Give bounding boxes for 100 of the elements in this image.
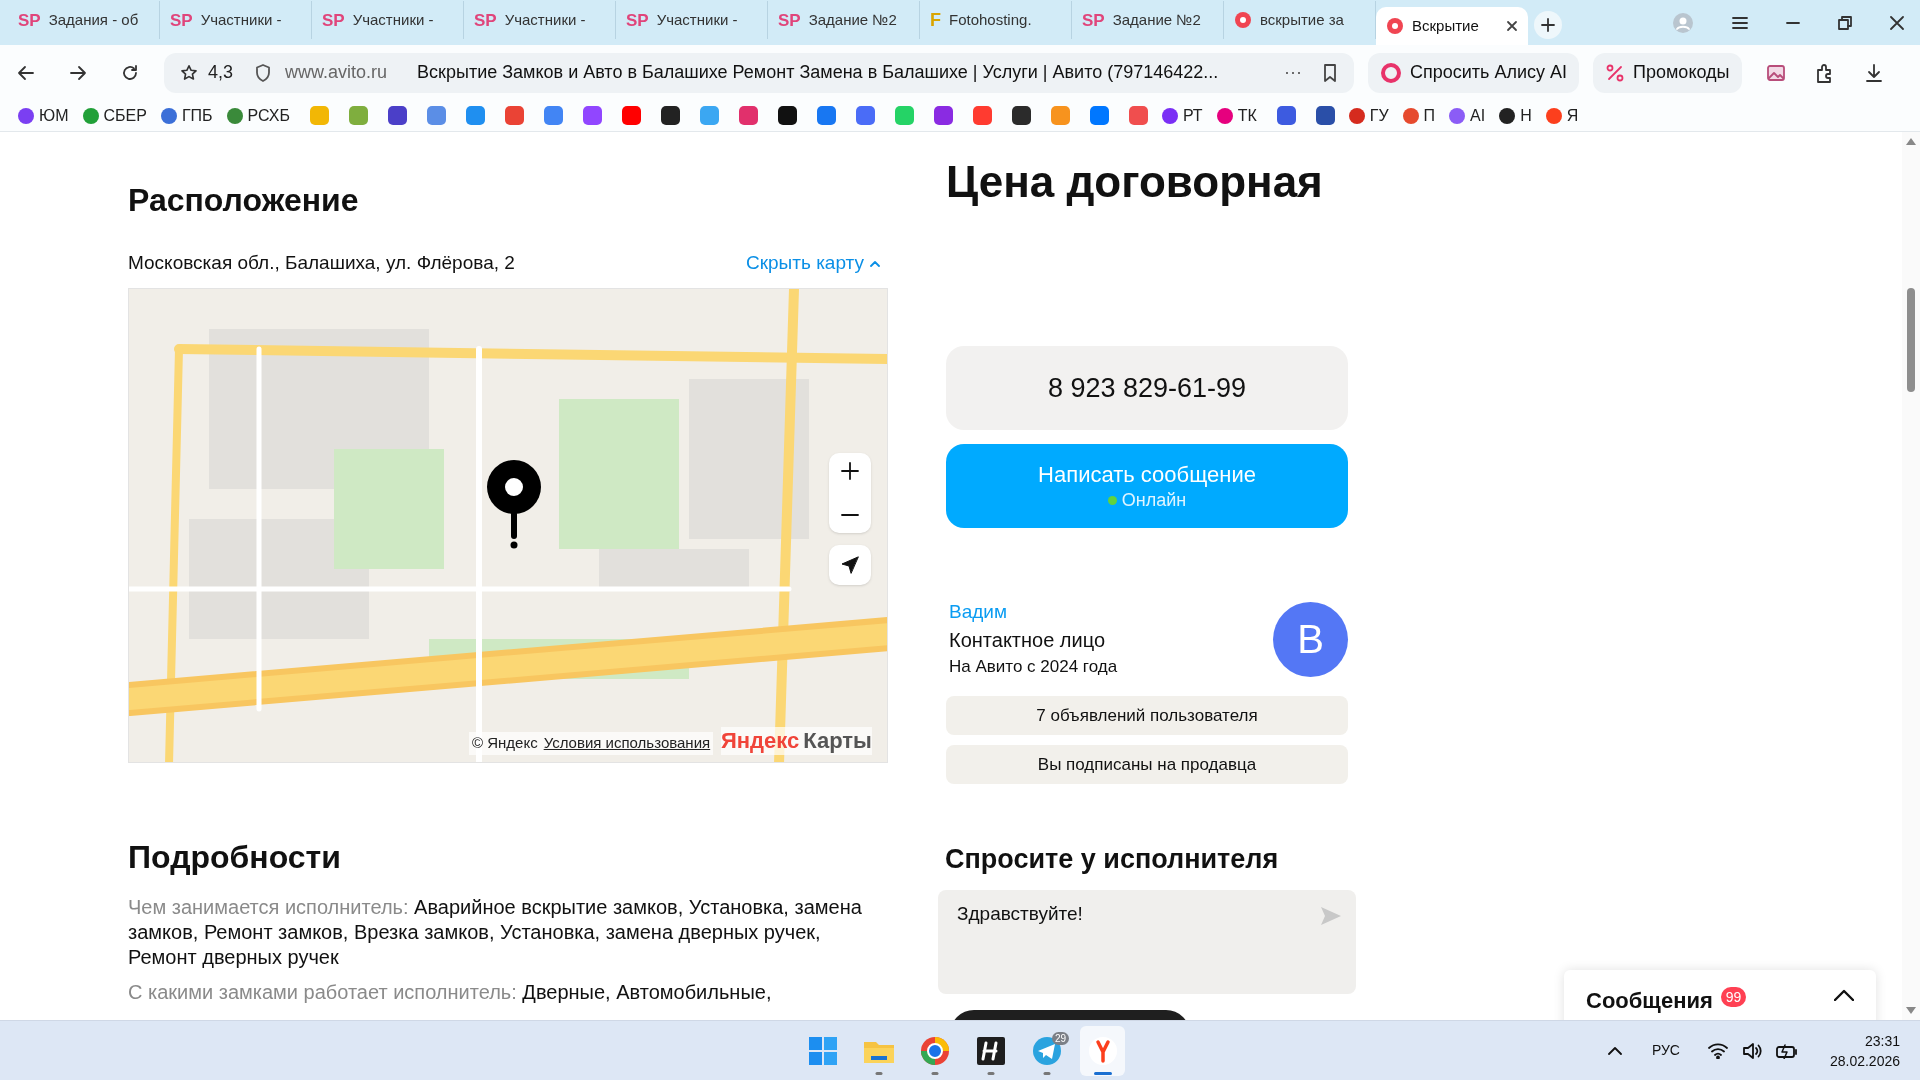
download-icon[interactable]: [1863, 62, 1884, 83]
messages-title: Сообщения: [1586, 987, 1713, 1015]
tab-title: Задание №2: [808, 9, 897, 30]
menu-icon[interactable]: [1732, 15, 1748, 30]
page-title: Вскрытие Замков и Авто в Балашихе Ремонт Замена в Балашихе | Услуги | Авито (797146422...: [417, 61, 1219, 84]
address-text: Московская обл., Балашиха, ул. Флёрова, 2: [128, 250, 515, 275]
unread-count-badge: 99: [1720, 987, 1747, 1007]
bookmark[interactable]: ГПБ: [160, 103, 213, 128]
bookmark-icon[interactable]: [1315, 106, 1335, 125]
running-indicator: [987, 1071, 994, 1075]
bookmark[interactable]: Я: [1545, 103, 1579, 128]
tab-title: Задание №2: [1112, 9, 1201, 30]
browser-tab[interactable]: SP Участники -: [616, 1, 768, 39]
running-indicator: [931, 1071, 938, 1075]
plus-icon: [1541, 18, 1555, 32]
minus-icon: [841, 514, 859, 516]
scrollbar[interactable]: [1902, 132, 1920, 1020]
wifi-icon[interactable]: [1707, 1042, 1728, 1059]
browser-tab[interactable]: SP Задания - об: [8, 1, 160, 39]
detail-text: С какими замками работает исполнитель: Дверные, Автомобильные,: [128, 980, 773, 1005]
bookmark[interactable]: ТК: [1216, 103, 1257, 128]
location-pin-icon: [486, 459, 542, 549]
favicon: SP: [18, 11, 41, 29]
promo-button[interactable]: Промокоды: [1593, 52, 1742, 93]
bookmark-label: РСХБ: [247, 105, 290, 126]
badge-count: 29: [1051, 1031, 1069, 1045]
favicon: SP: [1082, 11, 1105, 29]
messages-panel[interactable]: Сообщения 99: [1564, 970, 1876, 1020]
url-domain: www.avito.ru: [285, 61, 388, 84]
browser-tab[interactable]: SP Участники -: [160, 1, 312, 39]
more-button[interactable]: ···: [1284, 59, 1302, 86]
favicon-icon: [1234, 11, 1252, 29]
bookmark[interactable]: П: [1402, 103, 1436, 128]
bookmark-label: ГПБ: [181, 105, 213, 126]
shield-icon: [255, 63, 272, 82]
bookmark-icon[interactable]: [777, 106, 797, 125]
hide-map-link[interactable]: Скрыть карту: [746, 248, 880, 278]
browser-tab[interactable]: SP Задание №2: [1072, 1, 1224, 39]
running-indicator: [1093, 1071, 1112, 1075]
new-tab-button[interactable]: [1534, 11, 1562, 39]
tab-title: Участники -: [200, 9, 282, 30]
language-indicator[interactable]: РУС: [1651, 1040, 1680, 1061]
clock[interactable]: 23:31 28.02.2026: [1829, 1030, 1900, 1071]
bookmark-label: ТК: [1237, 105, 1257, 126]
map-attribution: © Яндекс: [472, 733, 538, 753]
bookmark-icon[interactable]: [387, 106, 407, 125]
seller-avatar[interactable]: В: [1273, 601, 1348, 677]
browser-tab[interactable]: Вскрытие: [1376, 7, 1528, 45]
bookmark-icon[interactable]: [660, 106, 680, 125]
site-rating: 4,3: [208, 61, 234, 84]
favicon: SP: [170, 11, 193, 29]
star-icon: [180, 63, 198, 82]
bookmark[interactable]: Н: [1499, 103, 1532, 128]
taskbar-app[interactable]: 29: [1024, 1025, 1069, 1076]
browser-tab[interactable]: SP Участники -: [464, 1, 616, 39]
seller-action-button[interactable]: Вы подписаны на продавца: [946, 745, 1348, 784]
bookmark[interactable]: ЮМ: [18, 103, 69, 128]
map-logo-product: Карты: [803, 727, 872, 755]
phone-button[interactable]: 8 923 829-61-99: [946, 346, 1348, 430]
section-heading: Подробности: [128, 838, 342, 877]
favicon: SP: [626, 11, 649, 29]
close-icon[interactable]: [1506, 20, 1518, 32]
section-heading: Расположение: [128, 181, 360, 220]
chevron-up-icon[interactable]: [1834, 989, 1854, 1001]
bookmark[interactable]: РТ: [1161, 103, 1203, 128]
favicon: SP: [474, 11, 497, 29]
bookmark[interactable]: ГУ: [1348, 103, 1389, 128]
map-logo-brand: Яндекс: [721, 727, 800, 755]
bookmark[interactable]: AI: [1449, 103, 1486, 128]
reload-icon[interactable]: [120, 62, 140, 83]
battery-icon[interactable]: [1775, 1042, 1798, 1059]
terms-link[interactable]: Условия использования: [543, 732, 711, 755]
scroll-thumb[interactable]: [1907, 288, 1915, 392]
favicon: F: [930, 11, 941, 29]
tab-title: Вскрытие: [1412, 15, 1479, 36]
chevron-up-icon[interactable]: [1607, 1046, 1622, 1055]
seller-action-button[interactable]: 7 объявлений пользователя: [946, 696, 1348, 735]
tab-title: Участники -: [656, 9, 738, 30]
browser-tab[interactable]: вскрытие за: [1224, 1, 1376, 39]
browser-tab[interactable]: SP Задание №2: [768, 1, 920, 39]
alice-button[interactable]: Спросить Алису AI: [1368, 52, 1580, 93]
tab-title: вскрытие за: [1260, 9, 1344, 30]
bookmark-icon[interactable]: [1011, 106, 1031, 125]
address-bar[interactable]: 4,3 www.avito.ru Вскрытие Замков и Авто в Балашихе Ремонт Замена в Балашихе | Услуги | Авито (797146422... ···: [164, 52, 1354, 93]
price-heading: Цена договорная: [946, 156, 1324, 208]
browser-tab[interactable]: SP Участники -: [312, 1, 464, 39]
restore-icon[interactable]: [1838, 15, 1852, 30]
locate-button[interactable]: [829, 545, 871, 585]
close-icon[interactable]: [1890, 15, 1904, 30]
volume-icon[interactable]: [1741, 1041, 1762, 1060]
bookmark-icon[interactable]: [1322, 63, 1338, 82]
running-indicator: [1043, 1071, 1050, 1075]
picture-icon[interactable]: [1765, 62, 1786, 83]
bookmark[interactable]: СБЕР: [82, 103, 147, 128]
bookmark-label: ЮМ: [39, 105, 69, 126]
message-input[interactable]: Здравствуйте!: [938, 890, 1356, 994]
bookmark[interactable]: РСХБ: [226, 103, 290, 128]
favicon-icon: [1386, 17, 1404, 35]
bookmark-label: П: [1423, 105, 1436, 126]
browser-tab[interactable]: F Fotohosting.: [920, 1, 1072, 39]
